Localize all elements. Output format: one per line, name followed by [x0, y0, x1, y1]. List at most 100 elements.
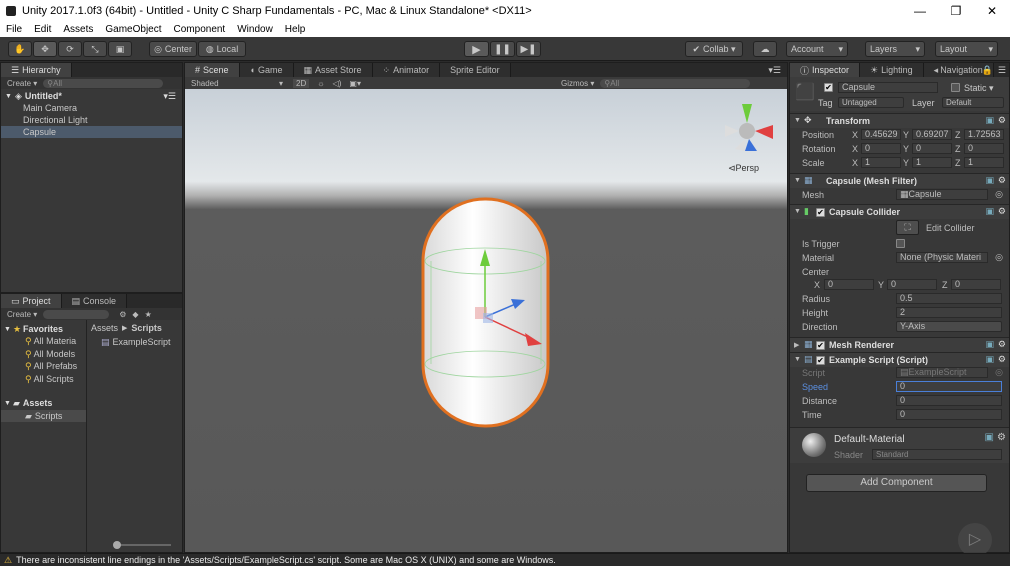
- layers-dropdown[interactable]: Layers ▾: [865, 41, 925, 57]
- video-play-overlay[interactable]: ▷: [958, 523, 992, 557]
- mesh-renderer-header[interactable]: ▶ ▦ ✔ Mesh Renderer ▣ ⚙: [790, 337, 1009, 352]
- distance-field[interactable]: 0: [896, 395, 1002, 406]
- renderer-enabled-checkbox[interactable]: ✔: [816, 341, 825, 350]
- scale-x-field[interactable]: 1: [861, 157, 901, 168]
- script-enabled-checkbox[interactable]: ✔: [816, 356, 825, 365]
- tag-dropdown[interactable]: Untagged: [838, 97, 904, 108]
- scale-z-field[interactable]: 1: [964, 157, 1004, 168]
- gear-icon[interactable]: ⚙: [997, 432, 1006, 443]
- help-icon[interactable]: ▣: [985, 115, 994, 126]
- menu-edit[interactable]: Edit: [34, 24, 51, 35]
- help-icon[interactable]: ▣: [985, 206, 994, 217]
- project-create-button[interactable]: Create ▾: [7, 310, 37, 319]
- project-search-input[interactable]: [43, 309, 110, 319]
- asset-file[interactable]: ▤ ExampleScript: [101, 336, 182, 348]
- persp-label[interactable]: ⊲Persp: [728, 163, 759, 174]
- rotation-x-field[interactable]: 0: [861, 143, 901, 154]
- collider-header[interactable]: ▼ ▮ ✔ Capsule Collider ▣ ⚙: [790, 204, 1009, 219]
- panel-menu-icon[interactable]: ▾☰: [768, 65, 781, 76]
- add-component-button[interactable]: Add Component: [806, 474, 987, 492]
- pivot-local-button[interactable]: ◍ Local: [198, 41, 246, 57]
- center-x-field[interactable]: 0: [824, 279, 874, 290]
- effects-icon[interactable]: ▣▾: [349, 79, 361, 88]
- menu-component[interactable]: Component: [174, 24, 226, 35]
- scene-search-input[interactable]: ⚲All: [600, 78, 751, 88]
- shader-dropdown[interactable]: Standard: [872, 449, 1002, 460]
- help-icon[interactable]: ▣: [985, 432, 994, 443]
- hand-tool-button[interactable]: ✋: [8, 41, 32, 57]
- mesh-filter-header[interactable]: ▼ ▦ Capsule (Mesh Filter) ▣ ⚙: [790, 173, 1009, 188]
- pause-button[interactable]: ❚❚: [490, 41, 515, 57]
- object-picker-icon[interactable]: ◎: [995, 252, 1003, 263]
- transform-header[interactable]: ▼ ✥ Transform ▣ ⚙: [790, 113, 1009, 128]
- close-button[interactable]: ✕: [974, 0, 1010, 22]
- help-icon[interactable]: ▣: [985, 175, 994, 186]
- status-bar[interactable]: ⚠ There are inconsistent line endings in…: [0, 553, 1010, 566]
- zoom-slider[interactable]: [113, 541, 171, 549]
- tab-lighting[interactable]: ☀ Lighting: [860, 63, 924, 77]
- 2d-toggle[interactable]: 2D: [293, 78, 310, 88]
- object-name-input[interactable]: Capsule: [838, 82, 938, 93]
- tab-inspector[interactable]: ⓘ Inspector: [790, 63, 861, 77]
- lighting-toggle-icon[interactable]: ☼: [317, 79, 324, 88]
- mesh-field[interactable]: ▦Capsule: [896, 189, 988, 200]
- physic-material-field[interactable]: None (Physic Materi: [896, 252, 988, 263]
- active-checkbox[interactable]: ✔: [824, 83, 833, 92]
- slider-handle[interactable]: [113, 541, 121, 549]
- favorite-item[interactable]: ⚲ All Scripts: [25, 373, 87, 385]
- breadcrumb-scripts[interactable]: Scripts: [131, 323, 162, 333]
- hierarchy-create-button[interactable]: Create ▾: [7, 79, 37, 88]
- scripts-folder[interactable]: ▰ Scripts: [1, 410, 86, 422]
- rotation-y-field[interactable]: 0: [912, 143, 952, 154]
- tab-asset-store[interactable]: ▦ Asset Store: [293, 63, 373, 77]
- edit-collider-button[interactable]: ⛶: [896, 220, 919, 235]
- help-icon[interactable]: ▣: [985, 339, 994, 350]
- gizmos-dropdown[interactable]: Gizmos ▾: [561, 79, 594, 88]
- cloud-button[interactable]: ☁: [753, 41, 777, 57]
- tab-sprite-editor[interactable]: Sprite Editor: [440, 63, 511, 77]
- position-z-field[interactable]: 1.72563: [964, 129, 1004, 140]
- pivot-center-button[interactable]: ◎ Center: [149, 41, 197, 57]
- step-button[interactable]: ▶❚: [516, 41, 541, 57]
- hierarchy-item-directional-light[interactable]: Directional Light: [1, 114, 182, 126]
- shading-dropdown[interactable]: Shaded ▾: [191, 79, 283, 88]
- scale-y-field[interactable]: 1: [912, 157, 952, 168]
- tab-project[interactable]: ▭ Project: [1, 294, 62, 308]
- gear-icon[interactable]: ⚙: [998, 115, 1006, 126]
- script-header[interactable]: ▼ ▤ ✔ Example Script (Script) ▣ ⚙: [790, 352, 1009, 367]
- move-tool-button[interactable]: ✥: [33, 41, 57, 57]
- tab-console[interactable]: ▤ Console: [61, 294, 128, 308]
- tab-animator[interactable]: ⁘ Animator: [372, 63, 441, 77]
- favorite-item[interactable]: ⚲ All Models: [25, 348, 87, 360]
- height-field[interactable]: 2: [896, 307, 1002, 318]
- position-x-field[interactable]: 0.45629: [861, 129, 901, 140]
- menu-assets[interactable]: Assets: [63, 24, 93, 35]
- collab-button[interactable]: ✔ Collab ▾: [685, 41, 743, 57]
- center-y-field[interactable]: 0: [887, 279, 937, 290]
- lock-icon[interactable]: 🔒: [982, 65, 993, 76]
- gear-icon[interactable]: ⚙: [998, 206, 1006, 217]
- direction-dropdown[interactable]: Y-Axis: [896, 321, 1002, 332]
- rotation-z-field[interactable]: 0: [964, 143, 1004, 154]
- gear-icon[interactable]: ⚙: [998, 175, 1006, 186]
- tab-scene[interactable]: # Scene: [185, 63, 240, 77]
- menu-file[interactable]: File: [6, 24, 22, 35]
- scene-root[interactable]: ▼ ◈ Untitled* ▾☰: [1, 90, 182, 102]
- orientation-gizmo[interactable]: [725, 104, 773, 151]
- account-dropdown[interactable]: Account ▾: [786, 41, 848, 57]
- menu-help[interactable]: Help: [285, 24, 306, 35]
- favorite-item[interactable]: ⚲ All Materia: [25, 335, 87, 347]
- label-icon[interactable]: ◆: [132, 310, 138, 319]
- favorite-item[interactable]: ⚲ All Prefabs: [25, 360, 87, 372]
- filter-icon[interactable]: ⚙: [119, 310, 126, 319]
- menu-window[interactable]: Window: [237, 24, 273, 35]
- panel-menu-icon[interactable]: ☰: [998, 65, 1006, 76]
- tab-hierarchy[interactable]: ☰ Hierarchy: [1, 63, 72, 77]
- scene-viewport[interactable]: ⊲Persp: [185, 89, 787, 552]
- gear-icon[interactable]: ⚙: [998, 354, 1006, 365]
- time-field[interactable]: 0: [896, 409, 1002, 420]
- tab-game[interactable]: ◖ Game: [239, 63, 294, 77]
- minimize-button[interactable]: —: [902, 0, 938, 22]
- rotate-tool-button[interactable]: ⟳: [58, 41, 82, 57]
- assets-folder[interactable]: ▼ ▰ Assets: [1, 397, 86, 409]
